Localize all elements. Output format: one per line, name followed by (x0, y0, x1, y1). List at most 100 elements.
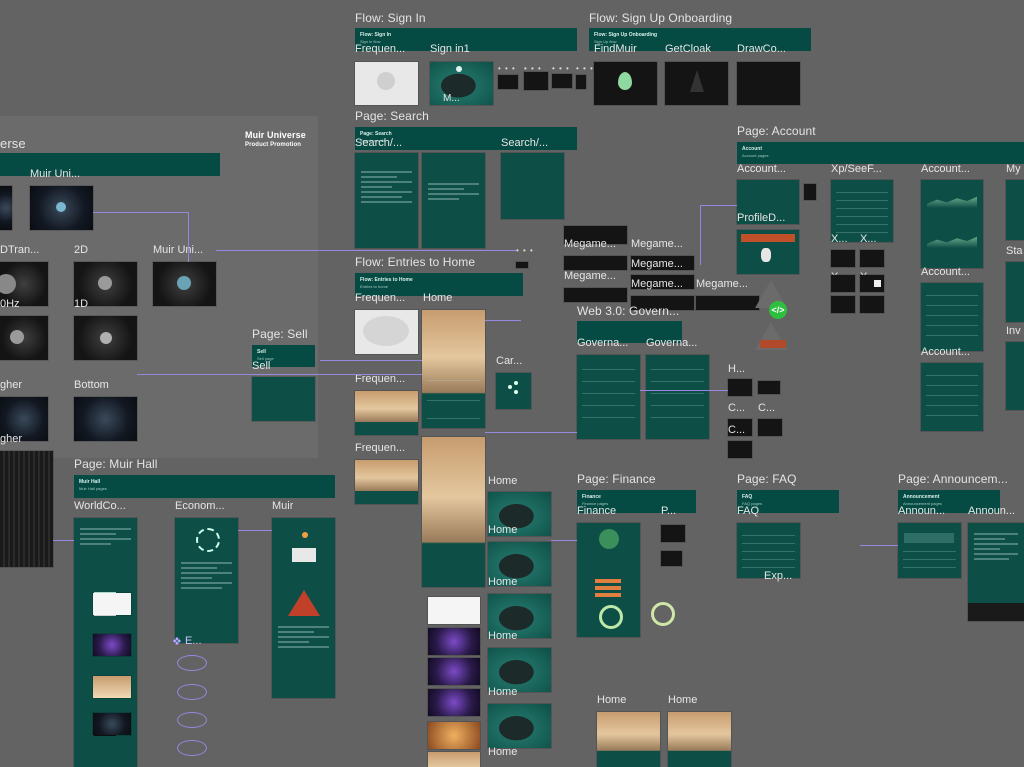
frame-universe-left-partial[interactable] (0, 186, 12, 230)
frame-sell[interactable] (252, 377, 315, 421)
frame-muir-universe-2[interactable] (153, 262, 216, 306)
frame-label-findmuir[interactable]: FindMuir (594, 43, 637, 55)
frame-label-e-comp[interactable]: E... (185, 635, 202, 647)
frame-muir-universe-1[interactable] (30, 186, 93, 230)
frame-account-mini[interactable] (804, 184, 816, 200)
frame-label-xpseef[interactable]: Xp/SeeF... (831, 163, 882, 175)
frame-bottom[interactable] (74, 397, 137, 441)
frame-economy[interactable] (175, 518, 238, 643)
frame-label-2d[interactable]: 2D (74, 244, 88, 256)
frame-label-frequen[interactable]: Frequen... (355, 43, 405, 55)
frame-label-gher-2[interactable]: gher (0, 433, 22, 445)
frame-label-home-9[interactable]: Home (668, 694, 697, 706)
frame-home-purple-3[interactable] (428, 689, 480, 716)
frame-car[interactable] (496, 373, 531, 409)
frame-announcement-1[interactable] (898, 523, 961, 578)
frame-label-home-8[interactable]: Home (597, 694, 626, 706)
frame-label-muir-uni-2[interactable]: Muir Uni... (153, 244, 203, 256)
frame-entries-mini[interactable] (516, 262, 528, 268)
frame-label-frequen-2[interactable]: Frequen... (355, 292, 405, 304)
frame-label-account-4[interactable]: Account... (921, 346, 970, 358)
frame-label-c2[interactable]: C... (758, 402, 775, 414)
frame-label-announ-1[interactable]: Announ... (898, 505, 945, 517)
frame-label-worldco[interactable]: WorldCo... (74, 500, 126, 512)
frame-label-exp[interactable]: Exp... (764, 570, 792, 582)
frame-label-announ-2[interactable]: Announ... (968, 505, 1015, 517)
frame-h[interactable] (728, 379, 752, 396)
frame-1d[interactable] (74, 316, 137, 360)
frame-my[interactable] (1006, 180, 1024, 240)
frame-label-megame-6[interactable]: Megame... (696, 278, 748, 290)
frame-label-frequen-4[interactable]: Frequen... (355, 442, 405, 454)
frame-entries-frequent-3[interactable] (355, 460, 418, 504)
component-icon[interactable]: ❖ (172, 635, 182, 648)
frame-label-econom[interactable]: Econom... (175, 500, 225, 512)
frame-label-home-7[interactable]: Home (488, 746, 517, 758)
frame-h-2[interactable] (758, 381, 780, 394)
frame-sign-in-step-2[interactable] (524, 72, 548, 90)
economy-variant-4[interactable] (177, 740, 207, 756)
frame-search-results-1[interactable] (355, 153, 418, 248)
frame-home-white[interactable] (428, 597, 480, 624)
frame-megamenu-3[interactable] (564, 288, 627, 302)
frame-label-getcloak[interactable]: GetCloak (665, 43, 711, 55)
frame-governance-2[interactable] (646, 355, 709, 439)
frame-label-home-4[interactable]: Home (488, 576, 517, 588)
frame-label-c3[interactable]: C... (728, 424, 745, 436)
frame-megamenu-6[interactable] (696, 296, 759, 310)
frame-p-2[interactable] (661, 551, 682, 566)
frame-x-6[interactable] (860, 296, 884, 313)
frame-label-x1[interactable]: X... (831, 233, 848, 245)
economy-variant-2[interactable] (177, 684, 207, 700)
frame-entries-frequent[interactable] (355, 310, 418, 354)
frame-sign-in-step-1[interactable] (498, 75, 518, 89)
frame-label-home-2[interactable]: Home (488, 475, 517, 487)
frame-label-profiled[interactable]: ProfileD... (737, 212, 785, 224)
frame-inv[interactable] (1006, 342, 1024, 410)
frame-label-inv[interactable]: Inv (1006, 325, 1021, 337)
frame-label-home-6[interactable]: Home (488, 686, 517, 698)
frame-world-purple[interactable] (93, 634, 131, 656)
frame-account-2[interactable] (921, 180, 983, 268)
economy-variant-3[interactable] (177, 712, 207, 728)
frame-home-purple-1[interactable] (428, 628, 480, 655)
frame-label-search-1[interactable]: Search/... (355, 137, 402, 149)
frame-home-6[interactable] (488, 704, 551, 748)
frame-sta[interactable] (1006, 262, 1024, 322)
frame-get-cloak[interactable] (665, 62, 728, 105)
frame-governance-1[interactable] (577, 355, 640, 439)
frame-label-muir[interactable]: Muir (272, 500, 293, 512)
frame-label-dtran[interactable]: DTran... (0, 244, 39, 256)
frame-account-4[interactable] (921, 363, 983, 431)
frame-label-account-2[interactable]: Account... (921, 163, 970, 175)
frame-x-5[interactable] (831, 296, 855, 313)
frame-label-search-2[interactable]: Search/... (501, 137, 548, 149)
frame-account-3[interactable] (921, 283, 983, 351)
frame-x-3[interactable] (831, 275, 855, 292)
frame-label-gher[interactable]: gher (0, 379, 22, 391)
frame-home-8[interactable] (597, 712, 660, 767)
frame-find-muir[interactable] (594, 62, 657, 105)
frame-label-finance[interactable]: Finance (577, 505, 616, 517)
frame-label-governa-1[interactable]: Governa... (577, 337, 628, 349)
frame-label-muir-uni-1[interactable]: Muir Uni... (30, 168, 80, 180)
frame-world-space[interactable] (93, 713, 131, 735)
frame-home-9[interactable] (668, 712, 731, 767)
frame-sign-in-step-3[interactable] (552, 74, 572, 88)
frame-finance[interactable] (577, 523, 640, 637)
frame-x-2[interactable] (860, 250, 884, 267)
frame-sign-in-step-4[interactable] (576, 75, 586, 89)
frame-label-signin1[interactable]: Sign in1 (430, 43, 470, 55)
frame-label-megame-2[interactable]: Megame... (631, 238, 683, 250)
frame-label-x2[interactable]: X... (860, 233, 877, 245)
code-icon[interactable]: </> (769, 301, 787, 319)
frame-label-m[interactable]: M... (443, 93, 460, 104)
frame-label-megame-3[interactable]: Megame... (564, 270, 616, 282)
frame-c-3[interactable] (728, 441, 752, 458)
frame-world-desert[interactable] (93, 676, 131, 698)
frame-label-sell[interactable]: Sell (252, 360, 270, 372)
frame-home-purple-2[interactable] (428, 658, 480, 685)
frame-home-desert-2[interactable] (428, 752, 480, 767)
frame-home-long[interactable] (422, 437, 485, 587)
frame-label-p[interactable]: P... (661, 505, 676, 517)
